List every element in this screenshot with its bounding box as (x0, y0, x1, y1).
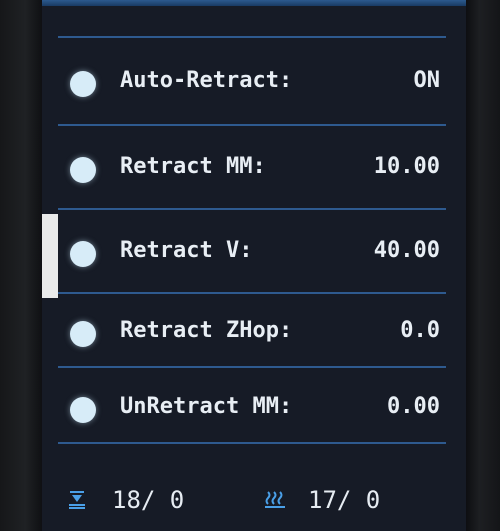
bed-temp-icon (264, 490, 286, 515)
menu-item-label: Retract V: (120, 238, 253, 263)
divider (58, 442, 446, 444)
menu-item-label: Retract MM: (120, 154, 266, 179)
divider (58, 124, 446, 126)
menu-item-label: Auto-Retract: (120, 68, 293, 93)
bullet-icon (70, 157, 96, 183)
status-bar: 18/ 0 17/ 0 (42, 468, 466, 528)
menu-item-value: 0.0 (400, 318, 440, 343)
menu-item-value: 0.00 (387, 394, 440, 419)
bullet-icon (70, 71, 96, 97)
menu-item-value: 10.00 (373, 154, 440, 179)
nozzle-temp-icon (68, 490, 86, 515)
menu-item-label: Retract ZHop: (120, 318, 293, 343)
bezel-right (466, 0, 500, 531)
menu-item-retract-mm[interactable]: Retract MM: 10.00 (42, 138, 466, 198)
bed-temp: 17/ 0 (308, 486, 381, 514)
divider (58, 292, 446, 294)
bezel-left (0, 0, 42, 531)
bullet-icon (70, 397, 96, 423)
menu-item-retract-v[interactable]: Retract V: 40.00 (42, 222, 466, 282)
bullet-icon (70, 321, 96, 347)
divider (58, 36, 446, 38)
lcd-screen: Auto-Retract: ON Retract MM: 10.00 Retra… (42, 6, 466, 531)
divider (58, 208, 446, 210)
menu-item-value: ON (413, 68, 441, 93)
menu-item-retract-zhop[interactable]: Retract ZHop: 0.0 (42, 302, 466, 362)
menu-item-label: UnRetract MM: (120, 394, 293, 419)
menu-item-unretract-mm[interactable]: UnRetract MM: 0.00 (42, 378, 466, 438)
nozzle-temp: 18/ 0 (112, 486, 185, 514)
menu-item-value: 40.00 (373, 238, 440, 263)
bullet-icon (70, 241, 96, 267)
divider (58, 366, 446, 368)
menu-item-auto-retract[interactable]: Auto-Retract: ON (42, 52, 466, 112)
